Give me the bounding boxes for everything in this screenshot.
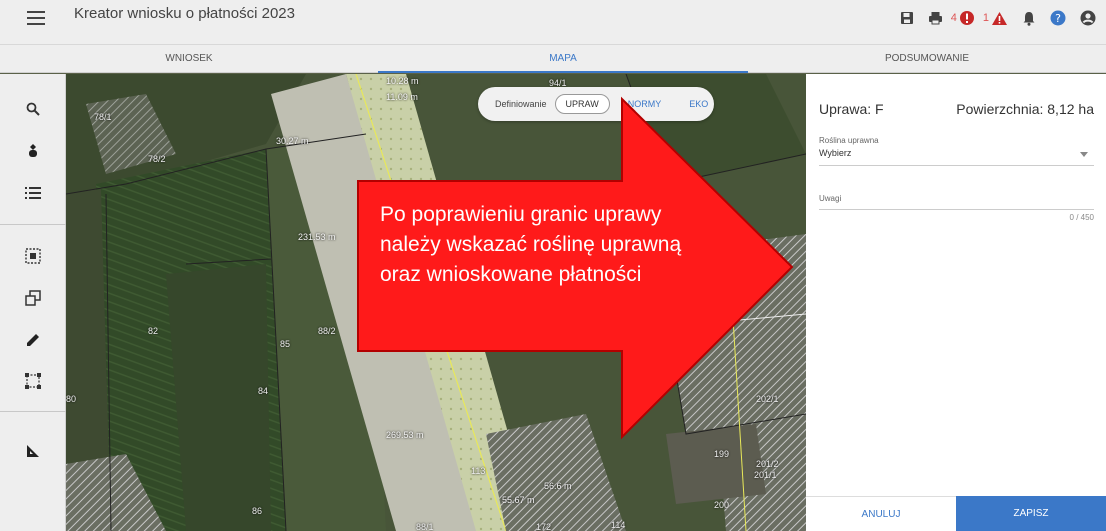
bell-icon[interactable] xyxy=(1022,11,1036,26)
account-icon[interactable] xyxy=(1080,10,1096,26)
save-icon[interactable] xyxy=(900,11,914,25)
select-area-icon[interactable] xyxy=(22,245,44,267)
measure-ruler-icon[interactable] xyxy=(22,440,44,462)
copy-polygon-icon[interactable] xyxy=(22,287,44,309)
list-icon[interactable] xyxy=(22,182,44,204)
parcel-label: 88/2 xyxy=(318,326,336,336)
measurement-label: 56.6 m xyxy=(544,481,572,491)
tab-wniosek[interactable]: WNIOSEK xyxy=(0,45,378,72)
bounding-box-icon[interactable] xyxy=(22,370,44,392)
parcel-label: 86 xyxy=(252,506,263,516)
crop-select[interactable]: Wybierz xyxy=(819,148,1094,166)
tab-mapa[interactable]: MAPA xyxy=(378,45,748,73)
svg-text:?: ? xyxy=(1055,12,1061,25)
measurement-label: 231.53 m xyxy=(298,232,336,242)
app-top-bar: Kreator wniosku o płatności 2023 4 1 ? xyxy=(0,0,1106,45)
tab-podsumowanie[interactable]: PODSUMOWANIE xyxy=(748,45,1106,72)
search-icon[interactable] xyxy=(22,98,44,120)
hamburger-menu-icon[interactable] xyxy=(27,11,45,25)
map-toolbar xyxy=(0,74,66,531)
parcel-label: 201/1 xyxy=(754,470,777,480)
warnings-count: 4 xyxy=(950,12,957,24)
parcel-label: 84 xyxy=(258,386,269,396)
parcel-label: 200 xyxy=(714,500,730,510)
parcel-label: 199 xyxy=(714,449,730,459)
panel-area: Powierzchnia: 8,12 ha xyxy=(956,101,1094,117)
notes-counter: 0 / 450 xyxy=(1069,213,1094,222)
callout-text: Po poprawieniu granic uprawy należy wska… xyxy=(380,203,682,286)
pencil-edit-icon[interactable] xyxy=(22,329,44,351)
errors-count: 1 xyxy=(982,12,989,24)
main-tabs: WNIOSEK MAPA PODSUMOWANIE xyxy=(0,45,1106,73)
save-button[interactable]: ZAPISZ xyxy=(956,496,1106,531)
crop-field-label: Roślina uprawna xyxy=(819,136,879,145)
parcel-label: 172 xyxy=(536,522,552,531)
measurement-label: 30.27 m xyxy=(276,136,309,146)
top-icons-group: 4 1 ? xyxy=(886,8,1106,28)
layers-pin-icon[interactable] xyxy=(22,140,44,162)
print-icon[interactable] xyxy=(928,11,943,25)
toolbar-divider xyxy=(0,224,66,225)
warning-triangle-icon[interactable] xyxy=(991,11,1008,26)
parcel-label: 114 xyxy=(611,520,626,530)
parcel-label: 88/1 xyxy=(416,522,434,531)
parcel-label: 113 xyxy=(471,466,486,476)
cancel-button[interactable]: ANULUJ xyxy=(806,496,956,531)
parcel-label: 82 xyxy=(148,326,159,336)
measurement-label: 10.28 m xyxy=(386,76,419,86)
error-circle-icon[interactable] xyxy=(959,10,975,26)
parcel-label: 80 xyxy=(66,394,77,404)
crop-details-panel: Uprawa: F Powierzchnia: 8,12 ha Roślina … xyxy=(806,74,1106,531)
app-title: Kreator wniosku o płatności 2023 xyxy=(74,5,295,22)
crop-select-value: Wybierz xyxy=(819,148,852,158)
help-icon[interactable]: ? xyxy=(1050,10,1066,26)
parcel-label: 78/2 xyxy=(148,154,166,164)
measurement-label: 55.67 m xyxy=(502,495,535,505)
panel-title: Uprawa: F xyxy=(819,101,884,117)
chevron-down-icon xyxy=(1080,152,1088,157)
parcel-label: 85 xyxy=(280,339,291,349)
notes-field[interactable] xyxy=(819,192,1094,210)
parcel-label: 201/2 xyxy=(756,459,779,469)
toolbar-divider xyxy=(0,411,66,412)
parcel-label: 78/1 xyxy=(94,112,112,122)
